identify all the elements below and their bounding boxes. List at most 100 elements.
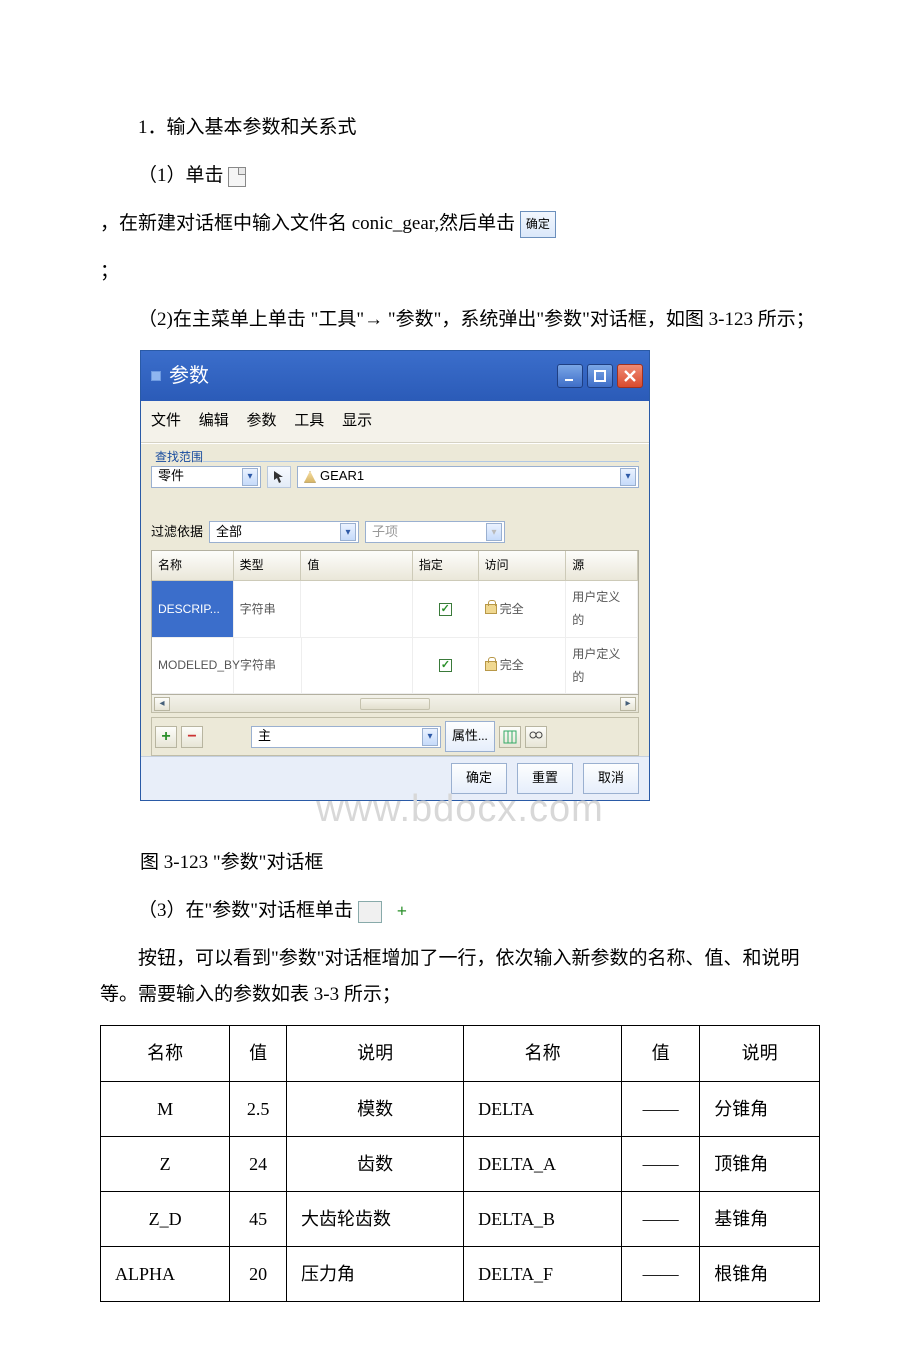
text-fragment: ，在新建对话框中输入文件名 conic_gear,然后单击 (100, 213, 515, 234)
ok-button[interactable]: 确定 (451, 763, 507, 794)
col-access[interactable]: 访问 (479, 551, 567, 581)
text-fragment: （1）单击 (138, 165, 224, 186)
col-type[interactable]: 类型 (234, 551, 302, 581)
th: 值 (230, 1026, 287, 1081)
td: DELTA_B (464, 1191, 622, 1246)
check-icon (439, 603, 452, 616)
table-row: Z_D 45 大齿轮齿数 DELTA_B —— 基锥角 (101, 1191, 820, 1246)
th: 名称 (464, 1026, 622, 1081)
titlebar: 参数 (141, 351, 649, 401)
check-icon (439, 659, 452, 672)
step-2: （2)在主菜单上单击 "工具"→ "参数"，系统弹出"参数"对话框，如图 3-1… (100, 302, 820, 338)
horizontal-scrollbar[interactable]: ◂ ▸ (151, 695, 639, 713)
bottom-toolbar: + − 主 ▾ 属性... (151, 717, 639, 756)
td: 压力角 (286, 1247, 463, 1302)
menu-tools[interactable]: 工具 (294, 413, 324, 429)
window-title: 参数 (169, 357, 557, 395)
col-source[interactable]: 源 (566, 551, 638, 581)
filter-label: 过滤依据 (151, 520, 203, 545)
cell-name: MODELED_BY (152, 638, 234, 695)
menu-display[interactable]: 显示 (342, 413, 372, 429)
parameters-table: 名称 值 说明 名称 值 说明 M 2.5 模数 DELTA —— 分锥角 Z … (100, 1025, 820, 1302)
th: 值 (622, 1026, 700, 1081)
cell-value (302, 638, 413, 695)
col-value[interactable]: 值 (301, 551, 413, 581)
pick-tool-button[interactable] (267, 466, 291, 488)
table-row: Z 24 齿数 DELTA_A —— 顶锥角 (101, 1136, 820, 1191)
cell-specified (413, 581, 479, 638)
file-name: GEAR1 (320, 464, 364, 489)
td: DELTA_F (464, 1247, 622, 1302)
menu-edit[interactable]: 编辑 (199, 413, 229, 429)
remove-button[interactable]: − (181, 726, 203, 748)
window-icon (151, 371, 161, 381)
scroll-left-icon[interactable]: ◂ (154, 697, 170, 711)
cell-type: 字符串 (234, 638, 302, 695)
grid-row[interactable]: DESCRIP... 字符串 完全 用户定义的 (152, 581, 638, 638)
cell-access: 完全 (479, 638, 567, 695)
maximize-button[interactable] (587, 364, 613, 388)
td: 模数 (286, 1081, 463, 1136)
cell-specified (413, 638, 479, 695)
main-combo[interactable]: 主 ▾ (251, 726, 441, 748)
td: M (101, 1081, 230, 1136)
columns-button[interactable] (499, 726, 521, 748)
td: 大齿轮齿数 (286, 1191, 463, 1246)
menu-params[interactable]: 参数 (247, 413, 277, 429)
table-row: ALPHA 20 压力角 DELTA_F —— 根锥角 (101, 1247, 820, 1302)
td: Z (101, 1136, 230, 1191)
td: —— (622, 1081, 700, 1136)
scope-combo[interactable]: 零件 ▾ (151, 466, 261, 488)
minimize-button[interactable] (557, 364, 583, 388)
text-fragment: （3）在"参数"对话框单击 (138, 900, 353, 921)
cell-source: 用户定义的 (566, 638, 638, 695)
td: Z_D (101, 1191, 230, 1246)
scroll-thumb[interactable] (360, 698, 430, 710)
filter-combo[interactable]: 全部 ▾ (209, 521, 359, 543)
col-name[interactable]: 名称 (152, 551, 234, 581)
td: 分锥角 (700, 1081, 820, 1136)
menu-file[interactable]: 文件 (151, 413, 181, 429)
reset-button[interactable]: 重置 (517, 763, 573, 794)
cell-name: DESCRIP... (152, 581, 234, 638)
file-combo[interactable]: GEAR1 ▾ (297, 466, 639, 488)
dialog-caption: 图 3-123 "参数"对话框 (140, 845, 820, 881)
scope-value: 零件 (158, 464, 184, 489)
td: 45 (230, 1191, 287, 1246)
main-label: 主 (258, 724, 271, 749)
properties-button[interactable]: 属性... (445, 721, 495, 752)
td: —— (622, 1191, 700, 1246)
subitem-combo[interactable]: 子项 ▾ (365, 521, 505, 543)
lock-icon (485, 604, 497, 614)
step-1-heading: 1．输入基本参数和关系式 (100, 110, 820, 146)
menubar: 文件 编辑 参数 工具 显示 (141, 401, 649, 443)
table-header-row: 名称 值 说明 名称 值 说明 (101, 1026, 820, 1081)
dialog-footer: 确定 重置 取消 (141, 756, 649, 800)
close-button[interactable] (617, 364, 643, 388)
find-button[interactable] (525, 726, 547, 748)
th: 名称 (101, 1026, 230, 1081)
grid-row[interactable]: MODELED_BY 字符串 完全 用户定义的 (152, 638, 638, 695)
cell-value (301, 581, 413, 638)
access-text: 完全 (500, 598, 524, 621)
scroll-right-icon[interactable]: ▸ (620, 697, 636, 711)
td: 顶锥角 (700, 1136, 820, 1191)
td: DELTA (464, 1081, 622, 1136)
plus-button-inline: + (358, 901, 382, 923)
td: 20 (230, 1247, 287, 1302)
chevron-down-icon: ▾ (422, 728, 438, 746)
semicolon-line: ； (100, 254, 820, 290)
add-button[interactable]: + (155, 726, 177, 748)
chevron-down-icon: ▾ (340, 523, 356, 541)
cancel-button[interactable]: 取消 (583, 763, 639, 794)
th: 说明 (286, 1026, 463, 1081)
td: —— (622, 1247, 700, 1302)
td: 2.5 (230, 1081, 287, 1136)
step-1-1-cont: ，在新建对话框中输入文件名 conic_gear,然后单击 确定 (100, 206, 820, 242)
step-3: （3）在"参数"对话框单击 + (100, 893, 820, 929)
col-specified[interactable]: 指定 (413, 551, 479, 581)
cell-type: 字符串 (234, 581, 302, 638)
cell-access: 完全 (479, 581, 567, 638)
td: 根锥角 (700, 1247, 820, 1302)
parameters-dialog: 参数 文件 编辑 参数 工具 显示 查找范围 零件 ▾ (140, 350, 650, 800)
